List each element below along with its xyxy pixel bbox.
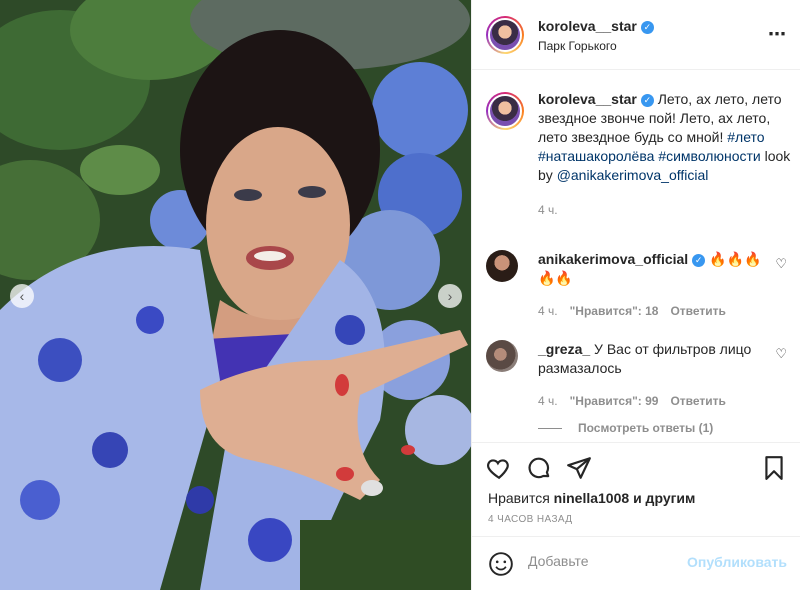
- comment-item: _greza_ У Вас от фильтров лицо размазало…: [486, 340, 791, 408]
- post-timestamp[interactable]: 4 ЧАСОВ НАЗАД: [488, 514, 572, 525]
- verified-icon: ✓: [640, 94, 654, 107]
- heart-icon[interactable]: [486, 455, 512, 481]
- view-replies-button[interactable]: Посмотреть ответы (1): [538, 421, 713, 435]
- post-location[interactable]: Парк Горького: [538, 39, 617, 53]
- save-button[interactable]: [761, 455, 787, 486]
- post-actions: Нравится ninella1008 и другим 4 ЧАСОВ НА…: [472, 442, 800, 546]
- author-username[interactable]: koroleva__star: [538, 18, 637, 34]
- commenter-avatar[interactable]: [486, 340, 518, 372]
- caption-text: koroleva__star ✓ Лето, ах лето, лето звез…: [538, 90, 791, 185]
- likes-summary[interactable]: Нравится ninella1008 и другим: [488, 490, 695, 506]
- author-avatar[interactable]: [486, 16, 524, 54]
- post-side-panel: koroleva__star ✓ Парк Горького ⋯ koroleva…: [471, 0, 800, 590]
- photo-illustration: [0, 0, 471, 590]
- comment-body: _greza_ У Вас от фильтров лицо размазало…: [538, 340, 773, 378]
- heart-icon[interactable]: ♡: [775, 256, 787, 272]
- instagram-post: ‹ › koroleva__star ✓ Парк Горького ⋯ koro…: [0, 0, 800, 590]
- more-icon[interactable]: ⋯: [768, 24, 787, 45]
- caption-username[interactable]: koroleva__star: [538, 91, 637, 107]
- commenter-username[interactable]: _greza_: [538, 341, 590, 357]
- chevron-right-icon: ›: [447, 288, 453, 304]
- heart-icon[interactable]: ♡: [775, 346, 787, 362]
- view-replies-label: Посмотреть ответы (1): [578, 421, 714, 435]
- likes-prefix: Нравится: [488, 490, 550, 506]
- comment-body: anikakerimova_official ✓ 🔥🔥🔥🔥🔥: [538, 250, 773, 288]
- replies-divider: [538, 427, 562, 429]
- next-photo-button[interactable]: ›: [438, 284, 462, 308]
- hashtag-link[interactable]: #наташакоролёва: [538, 148, 654, 164]
- commenter-avatar[interactable]: [486, 250, 518, 282]
- reply-button[interactable]: Ответить: [670, 394, 725, 408]
- comment-likes-count[interactable]: "Нравится": 99: [570, 394, 659, 408]
- post-caption: koroleva__star ✓ Лето, ах лето, лето звез…: [486, 90, 791, 217]
- publish-button[interactable]: Опубликовать: [687, 554, 787, 570]
- share-icon[interactable]: [566, 455, 592, 481]
- liker-username[interactable]: ninella1008: [554, 490, 630, 506]
- post-photo[interactable]: ‹ ›: [0, 0, 471, 590]
- comment-meta: 4 ч. "Нравится": 18 Ответить: [538, 304, 791, 318]
- action-icons: [486, 455, 592, 481]
- comment-time[interactable]: 4 ч.: [538, 394, 558, 408]
- likes-others[interactable]: и другим: [633, 490, 695, 506]
- post-header: koroleva__star ✓ Парк Горького ⋯: [472, 0, 800, 70]
- hashtag-link[interactable]: #лето: [727, 129, 764, 145]
- add-comment-bar: Опубликовать: [472, 536, 800, 590]
- comment-icon[interactable]: [526, 455, 552, 481]
- chevron-left-icon: ‹: [19, 288, 25, 304]
- caption-avatar[interactable]: [486, 92, 524, 130]
- caption-time[interactable]: 4 ч.: [538, 203, 791, 217]
- verified-icon: ✓: [692, 254, 706, 267]
- comment-meta: 4 ч. "Нравится": 99 Ответить: [538, 394, 791, 408]
- bookmark-icon: [765, 456, 783, 480]
- reply-button[interactable]: Ответить: [670, 304, 725, 318]
- commenter-username[interactable]: anikakerimova_official: [538, 251, 688, 267]
- comment-item: anikakerimova_official ✓ 🔥🔥🔥🔥🔥 4 ч. "Нрав…: [486, 250, 791, 318]
- emoji-icon[interactable]: [488, 551, 514, 577]
- hashtag-link[interactable]: #символюности: [658, 148, 760, 164]
- author-username-row: koroleva__star ✓: [538, 18, 654, 36]
- mention-link[interactable]: @anikakerimova_official: [557, 167, 709, 183]
- verified-icon: ✓: [640, 21, 654, 34]
- comment-time[interactable]: 4 ч.: [538, 304, 558, 318]
- comment-likes-count[interactable]: "Нравится": 18: [570, 304, 659, 318]
- previous-photo-button[interactable]: ‹: [10, 284, 34, 308]
